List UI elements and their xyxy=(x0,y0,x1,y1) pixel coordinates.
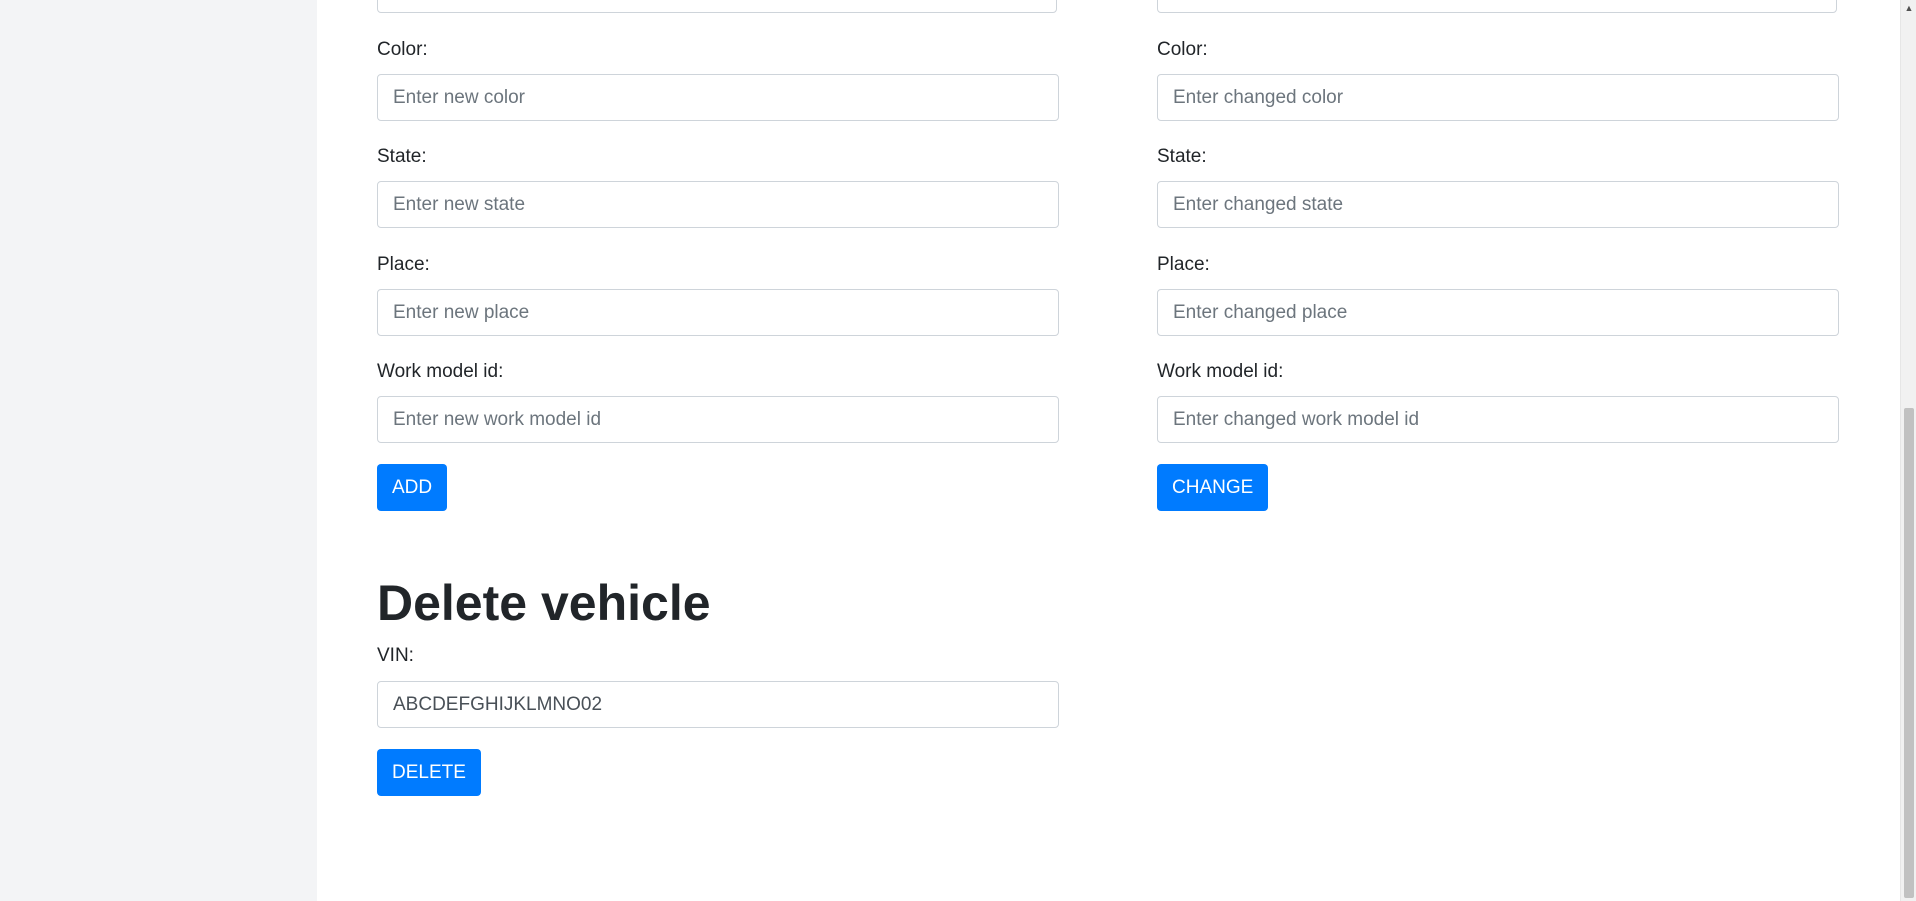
change-work-model-label: Work model id: xyxy=(1157,361,1284,382)
vertical-scrollbar[interactable]: ▲ xyxy=(1900,0,1916,901)
change-color-label: Color: xyxy=(1157,39,1208,60)
add-work-model-label: Work model id: xyxy=(377,361,504,382)
add-color-input[interactable] xyxy=(377,74,1059,121)
add-button[interactable]: ADD xyxy=(377,464,448,511)
add-state-label: State: xyxy=(377,146,427,167)
delete-button[interactable]: DELETE xyxy=(377,749,481,796)
main-content: Color: State: Place: Work model id: ADD … xyxy=(317,0,1899,901)
change-button[interactable]: CHANGE xyxy=(1157,464,1269,511)
change-previous-field-input[interactable] xyxy=(1157,0,1837,13)
add-previous-field-input[interactable] xyxy=(377,0,1057,13)
change-state-input[interactable] xyxy=(1157,181,1839,228)
sidebar xyxy=(0,0,317,901)
vin-label: VIN: xyxy=(377,645,414,666)
add-place-input[interactable] xyxy=(377,289,1059,336)
change-place-input[interactable] xyxy=(1157,289,1839,336)
change-color-input[interactable] xyxy=(1157,74,1839,121)
change-place-label: Place: xyxy=(1157,254,1210,275)
vin-input[interactable] xyxy=(377,681,1059,728)
scroll-up-arrow-icon[interactable]: ▲ xyxy=(1901,0,1916,16)
scrollbar-thumb[interactable] xyxy=(1904,408,1914,898)
add-state-input[interactable] xyxy=(377,181,1059,228)
add-work-model-input[interactable] xyxy=(377,396,1059,443)
change-state-label: State: xyxy=(1157,146,1207,167)
delete-vehicle-heading: Delete vehicle xyxy=(377,575,711,631)
change-work-model-input[interactable] xyxy=(1157,396,1839,443)
add-color-label: Color: xyxy=(377,39,428,60)
add-place-label: Place: xyxy=(377,254,430,275)
